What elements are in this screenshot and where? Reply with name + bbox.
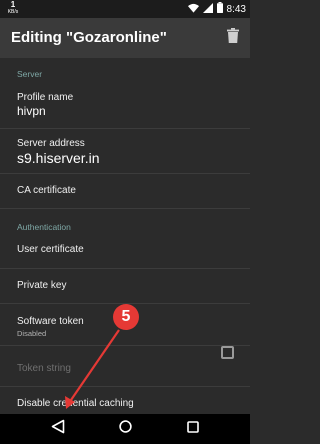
wifi-icon <box>187 0 199 18</box>
pref-user-certificate[interactable]: User certificate <box>17 244 244 255</box>
profile-name-label: Profile name <box>17 92 74 103</box>
pref-private-key[interactable]: Private key <box>17 280 244 291</box>
status-icons: 8:43 <box>187 0 246 18</box>
app-bar: Editing "Gozaronline" <box>0 18 250 58</box>
status-bar: 1 KB/s 8:43 <box>0 0 250 18</box>
preferences-list: Server Profile name hivpn Server address… <box>0 58 250 414</box>
delete-button[interactable] <box>222 27 244 49</box>
disable-credential-caching-checkbox[interactable] <box>221 346 234 359</box>
back-icon <box>51 419 65 439</box>
pref-server-address[interactable]: Server address s9.hiserver.in <box>17 138 244 166</box>
divider <box>0 386 250 387</box>
pref-token-string: Token string <box>17 363 244 374</box>
network-speed-value: 1 <box>10 0 16 9</box>
network-speed-unit: KB/s <box>7 9 19 15</box>
section-header-server: Server <box>17 69 43 79</box>
divider <box>0 128 250 129</box>
profile-name-value: hivpn <box>17 104 46 118</box>
server-address-value: s9.hiserver.in <box>17 150 100 166</box>
battery-icon <box>216 0 223 18</box>
home-icon <box>118 420 132 438</box>
divider <box>0 345 250 346</box>
section-header-authentication: Authentication <box>17 222 71 232</box>
software-token-summary: Disabled <box>17 329 47 338</box>
divider <box>0 208 250 209</box>
status-time: 8:43 <box>226 3 246 15</box>
trash-icon <box>227 28 239 48</box>
page-title: Editing "Gozaronline" <box>11 29 167 46</box>
step-number-badge: 5 <box>113 304 139 330</box>
network-speed: 1 KB/s <box>6 1 20 16</box>
private-key-label: Private key <box>17 280 67 291</box>
screen: 1 KB/s 8:43 Editing "Gozaronline" Server… <box>0 0 250 444</box>
disable-credential-caching-label: Disable credential caching <box>17 398 134 409</box>
recents-button[interactable] <box>184 420 202 438</box>
server-address-label: Server address <box>17 138 85 149</box>
user-certificate-label: User certificate <box>17 244 84 255</box>
token-string-label: Token string <box>17 363 71 374</box>
divider <box>0 268 250 269</box>
recents-icon <box>187 420 199 438</box>
pref-disable-credential-caching[interactable]: Disable credential caching <box>17 398 244 409</box>
ca-certificate-label: CA certificate <box>17 185 76 196</box>
signal-icon <box>202 0 213 18</box>
pref-ca-certificate[interactable]: CA certificate <box>17 185 244 196</box>
divider <box>0 173 250 174</box>
home-button[interactable] <box>116 420 134 438</box>
back-button[interactable] <box>49 419 67 439</box>
navigation-bar <box>0 414 250 444</box>
pref-profile-name[interactable]: Profile name hivpn <box>17 92 244 118</box>
